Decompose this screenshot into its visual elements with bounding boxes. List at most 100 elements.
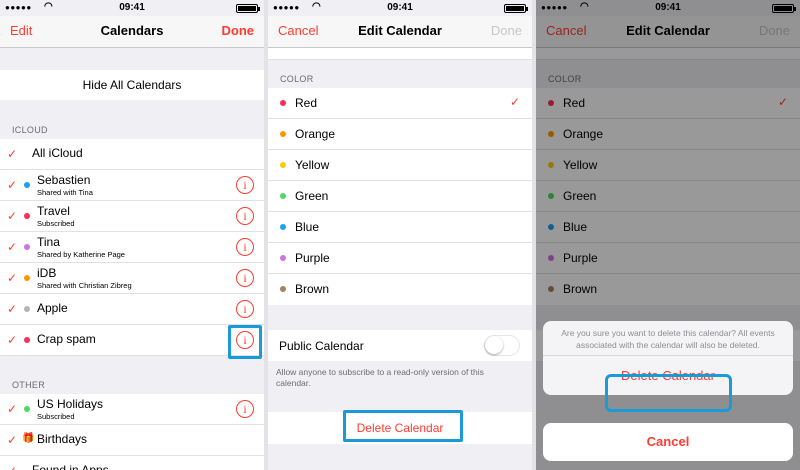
status-bar: ●●●●● ◠ 09:41	[0, 0, 264, 16]
public-calendar-note: Allow anyone to subscribe to a read-only…	[276, 367, 484, 388]
color-option-orange[interactable]: Orange	[268, 119, 532, 150]
color-option-yellow[interactable]: Yellow	[268, 150, 532, 181]
checkmark-icon: ✓	[7, 240, 18, 254]
calendar-row[interactable]: ✓ Found in Apps	[0, 456, 264, 470]
checkmark-icon: ✓	[7, 271, 18, 285]
color-dot	[280, 162, 286, 168]
calendar-name: Sebastien	[37, 173, 91, 187]
section-header-other: OTHER	[12, 380, 45, 390]
other-calendar-list: ✓ US HolidaysSubscribed i ✓ 🎁Birthdays ✓ Found…	[0, 394, 264, 470]
battery-icon	[236, 4, 260, 13]
color-option-green[interactable]: Green	[268, 181, 532, 212]
calendar-row[interactable]: ✓ Travel Subscribed i	[0, 201, 264, 232]
calendar-color-dot	[24, 275, 30, 281]
battery-icon	[504, 4, 528, 13]
edit-calendar-screen: ●●●●● ◠ 09:41 Cancel Edit Calendar Done …	[268, 0, 532, 470]
info-icon[interactable]: i	[236, 300, 254, 318]
color-name: Orange	[295, 127, 336, 141]
calendar-subtitle: Shared by Katherine Page	[37, 250, 125, 259]
gift-icon: 🎁	[22, 433, 35, 444]
done-button[interactable]: Done	[491, 23, 522, 38]
checkmark-icon: ✓	[7, 433, 18, 447]
confirm-delete-highlight	[605, 374, 732, 412]
info-icon[interactable]: i	[236, 238, 254, 256]
checkmark-icon: ✓	[7, 402, 18, 416]
color-list: Red ✓ Orange Yellow Green Blue Purple Brown	[268, 88, 532, 305]
calendar-name: Crap spam	[37, 332, 96, 346]
calendars-screen: ●●●●● ◠ 09:41 Edit Calendars Done Hide A…	[0, 0, 264, 470]
checkmark-icon: ✓	[7, 464, 17, 470]
calendar-color-dot	[24, 406, 30, 412]
color-dot	[280, 193, 286, 199]
calendar-name: Found in Apps	[32, 463, 109, 470]
checkmark-icon: ✓	[7, 302, 18, 316]
icloud-calendar-list: ✓ All iCloud ✓ Sebastien Shared with Tina i ✓ T…	[0, 139, 264, 356]
calendar-name: Tina	[37, 235, 60, 249]
checkmark-icon: ✓	[7, 178, 18, 192]
color-option-red[interactable]: Red ✓	[268, 88, 532, 119]
nav-bar: Edit Calendars Done	[0, 16, 264, 48]
color-name: Red	[295, 96, 318, 110]
color-name: Green	[295, 189, 329, 203]
calendar-name: US Holidays	[37, 397, 104, 411]
calendar-row[interactable]: ✓ Tina Shared by Katherine Page i	[0, 232, 264, 263]
calendar-row[interactable]: ✓ US Holidays Subscribed i	[0, 394, 264, 425]
calendar-name: All iCloud	[32, 146, 83, 160]
calendar-color-dot	[24, 213, 30, 219]
calendar-name: iDB	[37, 266, 57, 280]
public-calendar-row: Public Calendar	[268, 330, 532, 361]
status-time: 09:41	[119, 2, 145, 13]
calendar-subtitle: Subscribed	[37, 412, 75, 421]
calendar-color-dot	[24, 244, 30, 250]
done-button[interactable]: Done	[222, 23, 255, 38]
calendar-color-dot	[24, 182, 30, 188]
status-time: 09:41	[387, 2, 413, 13]
color-option-brown[interactable]: Brown	[268, 274, 532, 305]
color-name: Blue	[295, 220, 320, 234]
nav-bar: Cancel Edit Calendar Done	[268, 16, 532, 48]
calendar-subtitle: Shared with Tina	[37, 188, 93, 197]
calendar-row[interactable]: ✓ iDB Shared with Christian Zibreg i	[0, 263, 264, 294]
calendar-name: Travel	[37, 204, 70, 218]
checkmark-icon: ✓	[7, 147, 18, 161]
calendar-row[interactable]: ✓ Sebastien Shared with Tina i	[0, 170, 264, 201]
calendar-row[interactable]: ✓ All iCloud	[0, 139, 264, 170]
calendar-row[interactable]: ✓ Crap spam i	[0, 325, 264, 356]
color-name: Brown	[295, 282, 330, 296]
delete-alert-message: Are you sure you want to delete this cal…	[561, 328, 775, 350]
checkmark-icon: ✓	[7, 333, 18, 347]
public-calendar-label: Public Calendar	[279, 339, 364, 353]
calendar-color-dot	[24, 306, 30, 312]
color-option-purple[interactable]: Purple	[268, 243, 532, 274]
calendar-name: Birthdays	[37, 432, 88, 446]
checkmark-icon: ✓	[509, 95, 520, 109]
info-icon[interactable]: i	[236, 176, 254, 194]
info-icon[interactable]: i	[236, 207, 254, 225]
delete-confirm-screen: ●●●●● ◠ 09:41 Cancel Edit Calendar Done …	[536, 0, 800, 470]
calendar-subtitle: Subscribed	[37, 219, 75, 228]
calendar-row[interactable]: ✓ Apple i	[0, 294, 264, 325]
delete-button-highlight	[343, 410, 463, 442]
color-option-blue[interactable]: Blue	[268, 212, 532, 243]
hide-all-group: Hide All Calendars	[0, 70, 264, 100]
color-dot	[280, 224, 286, 230]
status-bar: ●●●●● ◠ 09:41	[268, 0, 532, 16]
color-dot	[280, 286, 286, 292]
calendar-row[interactable]: ✓ 🎁 Birthdays	[0, 425, 264, 456]
hide-all-calendars-button[interactable]: Hide All Calendars	[0, 70, 264, 100]
info-icon[interactable]: i	[236, 400, 254, 418]
color-name: Purple	[295, 251, 330, 265]
public-calendar-toggle[interactable]	[484, 335, 520, 356]
section-header-icloud: ICLOUD	[12, 125, 48, 135]
name-field-remnant	[268, 48, 532, 60]
info-button-highlight	[228, 325, 262, 359]
calendar-name: Apple	[37, 301, 68, 315]
color-name: Yellow	[295, 158, 330, 172]
sheet-cancel-button[interactable]: Cancel	[543, 423, 793, 461]
calendar-subtitle: Shared with Christian Zibreg	[37, 281, 132, 290]
info-icon[interactable]: i	[236, 269, 254, 287]
calendar-color-dot	[24, 337, 30, 343]
checkmark-icon: ✓	[7, 209, 18, 223]
color-dot	[280, 131, 286, 137]
section-header-color: COLOR	[280, 74, 314, 84]
